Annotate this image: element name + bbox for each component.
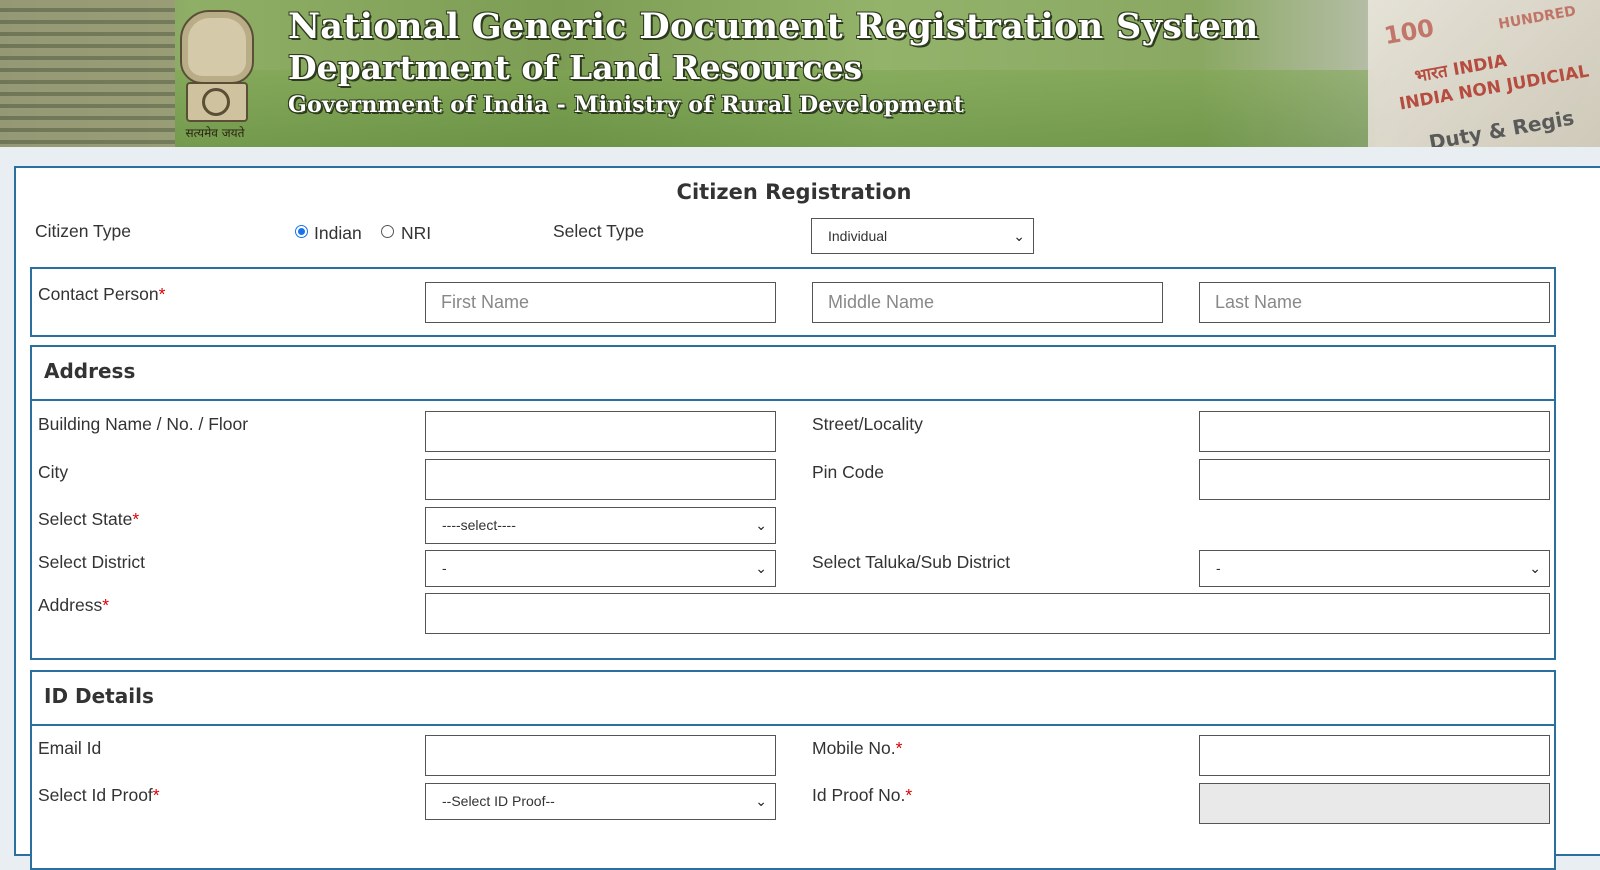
contact-person-label: Contact Person* bbox=[38, 284, 166, 304]
state-value: ----select---- bbox=[442, 517, 516, 533]
state-label: Select State* bbox=[38, 509, 140, 529]
id-details-heading: ID Details bbox=[32, 672, 1554, 726]
select-type-dropdown[interactable]: Individual ⌄ bbox=[811, 218, 1034, 254]
select-type-value: Individual bbox=[828, 228, 888, 244]
contact-person-section: Contact Person* First Name Middle Name L… bbox=[30, 267, 1556, 337]
chevron-down-icon: ⌄ bbox=[755, 517, 767, 533]
first-name-input[interactable]: First Name bbox=[425, 282, 776, 323]
chevron-down-icon: ⌄ bbox=[1529, 560, 1541, 576]
address-heading: Address bbox=[32, 347, 1554, 401]
chevron-down-icon: ⌄ bbox=[755, 560, 767, 576]
email-input[interactable] bbox=[425, 735, 776, 776]
address-section: Address Building Name / No. / Floor Stre… bbox=[30, 345, 1556, 660]
district-value: - bbox=[442, 560, 447, 576]
mobile-input[interactable] bbox=[1199, 735, 1550, 776]
taluka-value: - bbox=[1216, 560, 1221, 576]
email-label: Email Id bbox=[38, 738, 102, 758]
citizen-type-label: Citizen Type bbox=[35, 221, 131, 241]
district-dropdown[interactable]: - ⌄ bbox=[425, 550, 776, 587]
middle-name-input[interactable]: Middle Name bbox=[812, 282, 1163, 323]
id-proof-no-input[interactable] bbox=[1199, 783, 1550, 824]
id-proof-dropdown[interactable]: --Select ID Proof-- ⌄ bbox=[425, 783, 776, 820]
street-input[interactable] bbox=[1199, 411, 1550, 452]
state-dropdown[interactable]: ----select---- ⌄ bbox=[425, 507, 776, 544]
stamp-paper-image: 100 HUNDRED भारत INDIA INDIA NON JUDICIA… bbox=[1368, 0, 1600, 147]
last-name-input[interactable]: Last Name bbox=[1199, 282, 1550, 323]
id-details-section: ID Details Email Id Mobile No.* Select I… bbox=[30, 670, 1556, 870]
banner-building-image bbox=[0, 0, 175, 147]
radio-nri-label[interactable]: NRI bbox=[401, 223, 431, 244]
chevron-down-icon: ⌄ bbox=[1013, 228, 1025, 244]
emblem-motto: सत्यमेव जयते bbox=[185, 126, 245, 140]
site-title: National Generic Document Registration S… bbox=[288, 6, 1259, 47]
city-label: City bbox=[38, 462, 69, 482]
id-proof-label: Select Id Proof* bbox=[38, 785, 160, 805]
national-emblem-icon: सत्यमेव जयते bbox=[172, 8, 258, 140]
pin-code-label: Pin Code bbox=[812, 462, 884, 482]
chevron-down-icon: ⌄ bbox=[755, 793, 767, 809]
taluka-dropdown[interactable]: - ⌄ bbox=[1199, 550, 1550, 587]
district-label: Select District bbox=[38, 552, 145, 572]
radio-indian-label[interactable]: Indian bbox=[314, 223, 362, 244]
city-input[interactable] bbox=[425, 459, 776, 500]
form-title: Citizen Registration bbox=[676, 180, 912, 204]
address-input[interactable] bbox=[425, 593, 1550, 634]
id-proof-value: --Select ID Proof-- bbox=[442, 793, 555, 809]
radio-nri[interactable] bbox=[381, 225, 394, 238]
address-label: Address* bbox=[38, 595, 110, 615]
id-proof-no-label: Id Proof No.* bbox=[812, 785, 913, 805]
taluka-label: Select Taluka/Sub District bbox=[812, 552, 1011, 572]
select-type-label: Select Type bbox=[553, 221, 645, 241]
building-input[interactable] bbox=[425, 411, 776, 452]
ministry-subtitle: Government of India - Ministry of Rural … bbox=[288, 92, 965, 118]
building-label: Building Name / No. / Floor bbox=[38, 414, 249, 434]
radio-indian[interactable] bbox=[295, 225, 308, 238]
header-banner: सत्यमेव जयते National Generic Document R… bbox=[0, 0, 1600, 147]
department-title: Department of Land Resources bbox=[288, 48, 863, 87]
citizen-registration-form: Citizen Registration Citizen Type Indian… bbox=[14, 166, 1600, 870]
street-label: Street/Locality bbox=[812, 414, 923, 434]
mobile-label: Mobile No.* bbox=[812, 738, 903, 758]
pin-code-input[interactable] bbox=[1199, 459, 1550, 500]
